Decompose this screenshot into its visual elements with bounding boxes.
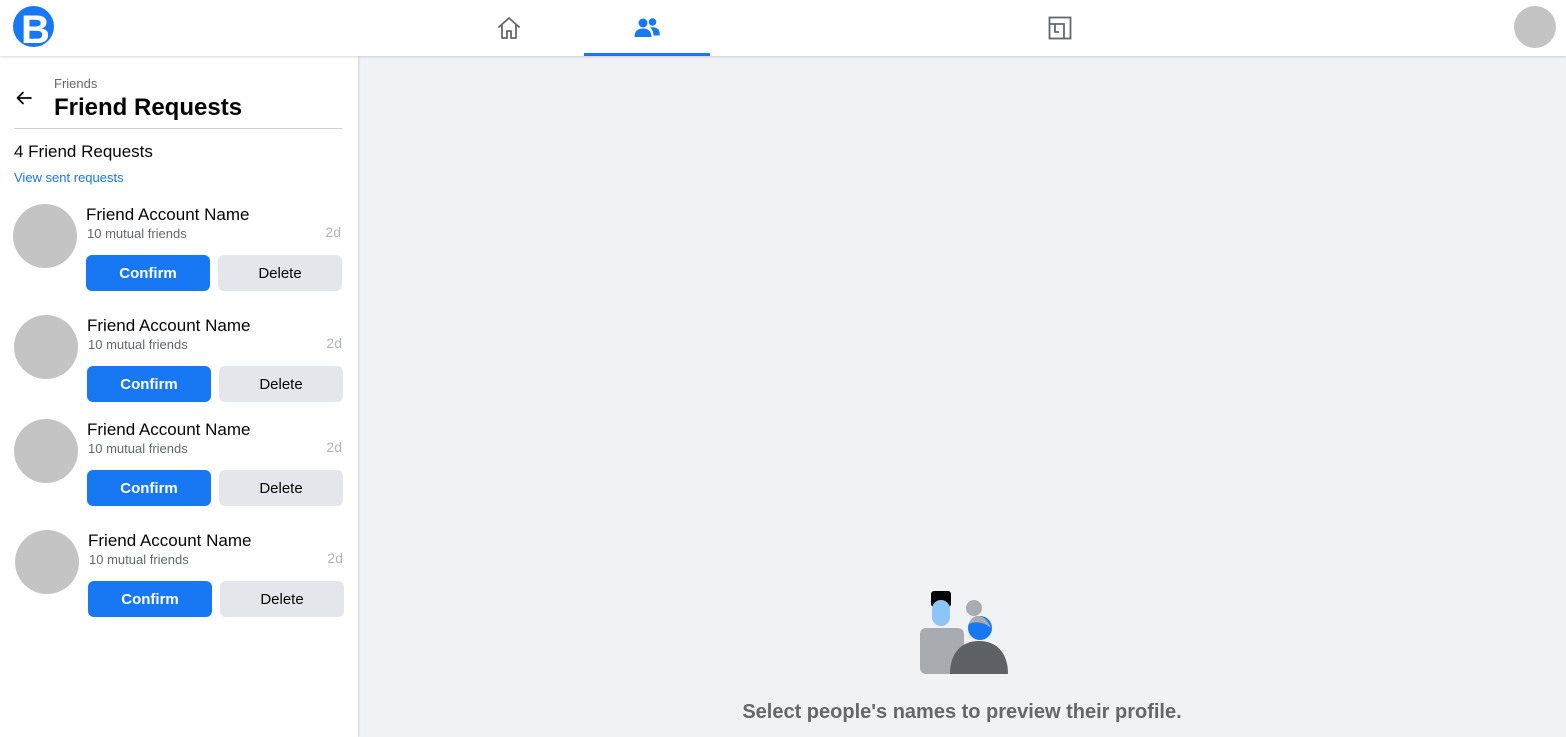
divider	[14, 128, 342, 129]
pages-icon	[1048, 16, 1072, 40]
delete-button[interactable]: Delete	[219, 470, 343, 506]
app-logo[interactable]: B	[13, 6, 54, 47]
profile-preview-area: Select people's names to preview their p…	[358, 56, 1566, 737]
empty-state-message: Select people's names to preview their p…	[742, 701, 1182, 723]
tab-home[interactable]	[446, 0, 572, 56]
logo-letter: B	[21, 7, 50, 48]
delete-button[interactable]: Delete	[218, 255, 342, 291]
avatar[interactable]	[14, 419, 78, 483]
delete-button[interactable]: Delete	[219, 366, 343, 402]
friend-request-item[interactable]: Friend Account Name 10 mutual friends 2d…	[14, 315, 344, 405]
mutual-friends[interactable]: 10 mutual friends	[88, 337, 188, 352]
request-age: 2d	[326, 335, 342, 351]
confirm-button[interactable]: Confirm	[87, 366, 211, 402]
page-title: Friend Requests	[54, 94, 243, 121]
request-count: 4 Friend Requests	[14, 142, 153, 161]
request-age: 2d	[325, 224, 341, 240]
delete-button[interactable]: Delete	[220, 581, 344, 617]
tab-friends[interactable]	[584, 0, 710, 56]
tab-pages[interactable]	[997, 0, 1123, 56]
avatar[interactable]	[14, 315, 78, 379]
friend-requests-sidebar: Friends Friend Requests 4 Friend Request…	[0, 56, 358, 737]
confirm-button[interactable]: Confirm	[88, 581, 212, 617]
view-sent-requests-link[interactable]: View sent requests	[14, 170, 124, 185]
home-icon	[498, 17, 520, 39]
confirm-button[interactable]: Confirm	[86, 255, 210, 291]
friends-icon	[634, 18, 660, 37]
friend-name[interactable]: Friend Account Name	[88, 531, 251, 551]
confirm-button[interactable]: Confirm	[87, 470, 211, 506]
breadcrumb[interactable]: Friends	[54, 76, 97, 91]
friend-name[interactable]: Friend Account Name	[87, 420, 250, 440]
mutual-friends[interactable]: 10 mutual friends	[88, 441, 188, 456]
top-navigation-bar: B	[0, 0, 1566, 56]
profile-avatar[interactable]	[1514, 6, 1556, 48]
friend-request-item[interactable]: Friend Account Name 10 mutual friends 2d…	[13, 204, 343, 294]
avatar[interactable]	[13, 204, 77, 268]
back-button[interactable]	[10, 84, 38, 112]
friend-name[interactable]: Friend Account Name	[87, 316, 250, 336]
friend-name[interactable]: Friend Account Name	[86, 205, 249, 225]
request-age: 2d	[326, 439, 342, 455]
friend-request-item[interactable]: Friend Account Name 10 mutual friends 2d…	[15, 530, 345, 620]
people-illustration-icon	[920, 591, 1008, 674]
arrow-left-icon	[16, 91, 32, 105]
avatar[interactable]	[15, 530, 79, 594]
friend-request-item[interactable]: Friend Account Name 10 mutual friends 2d…	[14, 419, 344, 509]
request-age: 2d	[327, 550, 343, 566]
mutual-friends[interactable]: 10 mutual friends	[89, 552, 189, 567]
mutual-friends[interactable]: 10 mutual friends	[87, 226, 187, 241]
